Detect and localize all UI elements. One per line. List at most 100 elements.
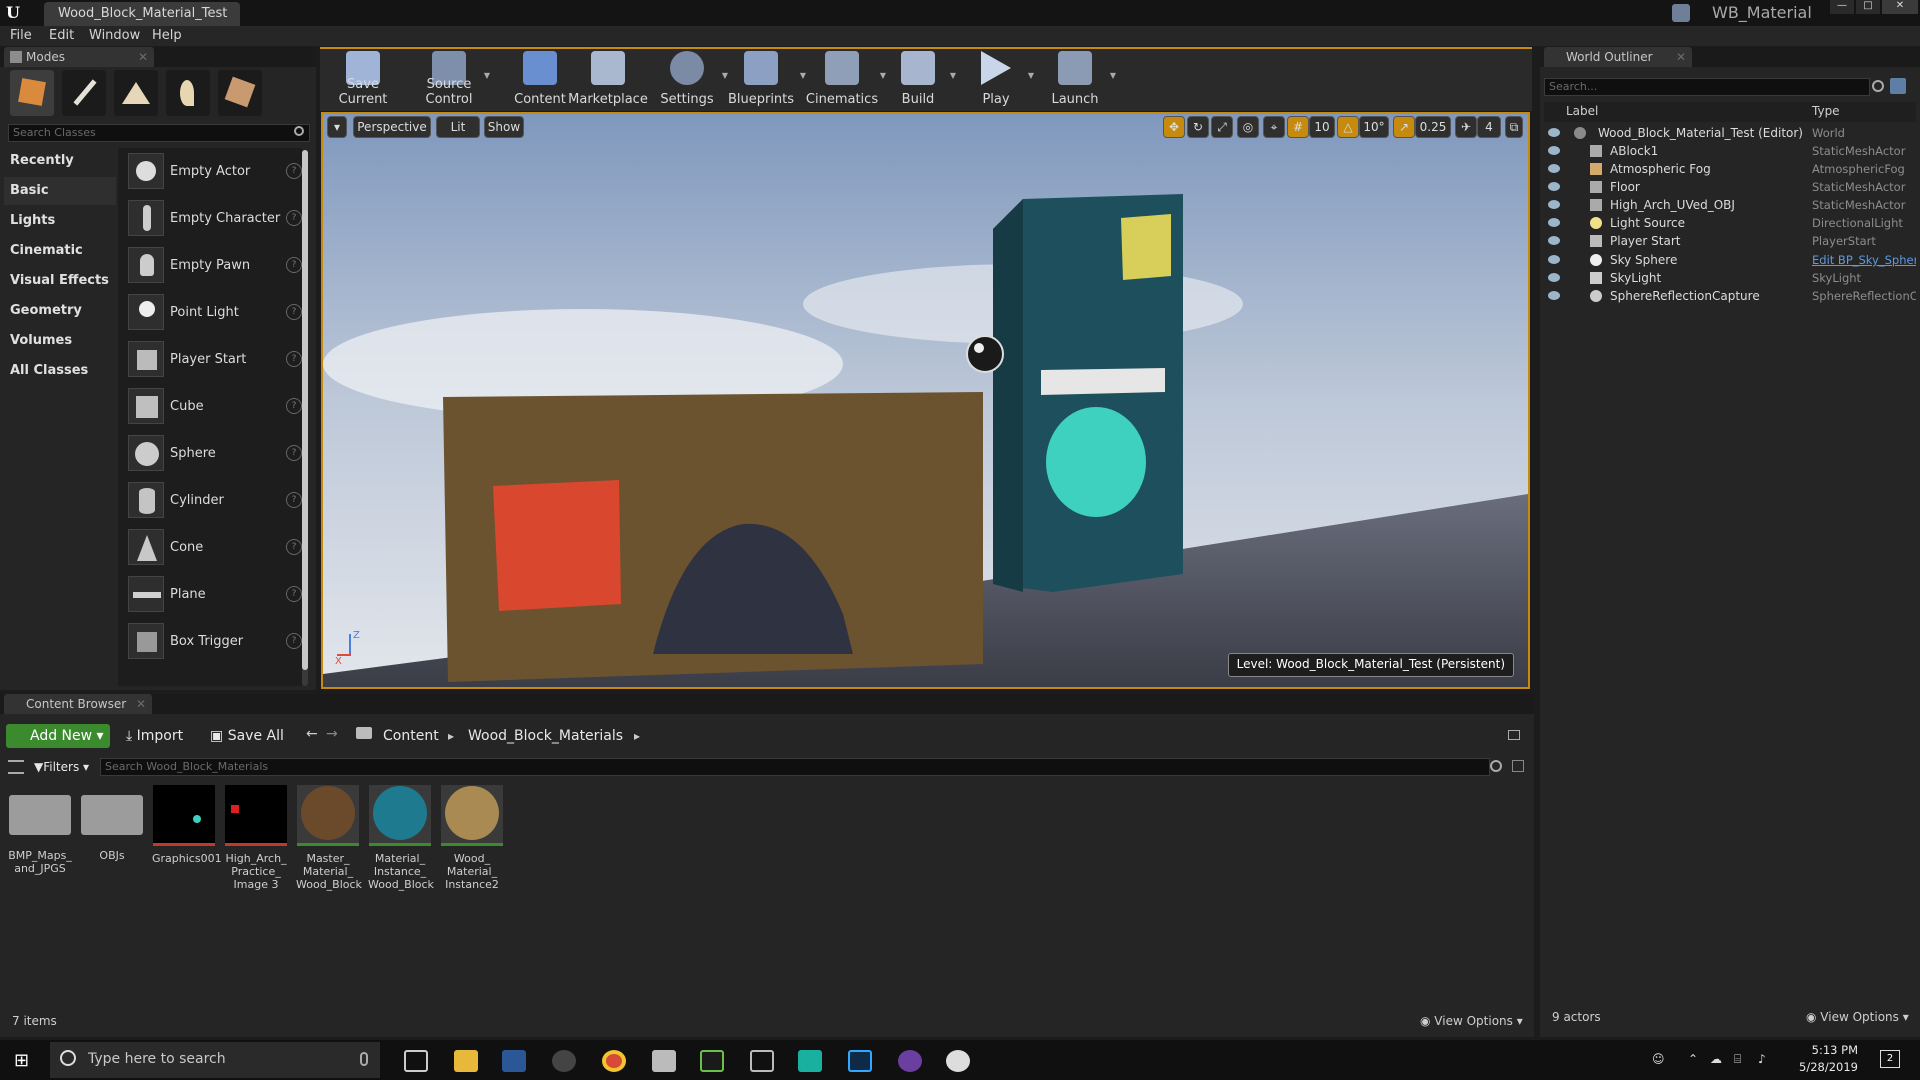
asset-wood-material-instance2[interactable]: Wood_ Material_ Instance2 (440, 785, 504, 891)
network-icon[interactable]: ⌸ (1734, 1052, 1741, 1067)
calculator-icon[interactable] (652, 1050, 676, 1072)
asset-search-input[interactable]: Search Wood_Block_Materials (100, 758, 1490, 776)
breadcrumb-content[interactable]: Content (383, 724, 439, 748)
launch-button[interactable]: Launch ▼ (1036, 49, 1116, 109)
category-all-classes[interactable]: All Classes (4, 357, 116, 385)
file-explorer-icon[interactable] (454, 1050, 478, 1072)
build-button[interactable]: Build ▼ (882, 49, 956, 109)
windows-start-icon[interactable]: ⊞ (14, 1050, 29, 1071)
surface-snap-icon[interactable]: ⌖ (1263, 116, 1285, 138)
document-tab[interactable]: Wood_Block_Material_Test (44, 2, 240, 26)
save-current-button[interactable]: Save Current (324, 49, 402, 109)
pycharm-icon[interactable] (700, 1050, 724, 1072)
taskbar-search-box[interactable]: Type here to search (50, 1042, 380, 1078)
place-cylinder[interactable]: Cylinder? (126, 479, 302, 523)
rotation-snap-icon[interactable]: △ (1337, 116, 1359, 138)
eye-icon[interactable] (1548, 273, 1560, 282)
content-view-options[interactable]: ◉ View Options ▾ (1420, 1014, 1523, 1028)
lock-icon[interactable] (1508, 730, 1520, 740)
asset-high-arch-practice-image-3[interactable]: High_Arch_ Practice_ Image 3 (224, 785, 288, 891)
outliner-row[interactable]: Sky Sphere Edit BP_Sky_Sphere (1544, 251, 1920, 269)
maximize-button[interactable]: □ (1856, 0, 1880, 14)
unreal-logo-icon[interactable]: U (6, 3, 26, 23)
scale-snap-icon[interactable]: ↗ (1393, 116, 1415, 138)
eye-icon[interactable] (1548, 182, 1560, 191)
close-window-button[interactable]: ✕ (1882, 0, 1918, 14)
asset-folder-objs[interactable]: OBJs (80, 785, 144, 862)
place-sphere[interactable]: Sphere? (126, 432, 302, 476)
chevron-up-icon[interactable]: ⌃ (1688, 1052, 1698, 1066)
help-icon[interactable]: ? (286, 163, 302, 179)
menu-window[interactable]: Window (89, 26, 140, 46)
help-icon[interactable]: ? (286, 445, 302, 461)
outliner-view-options[interactable]: ◉ View Options ▾ (1806, 1010, 1909, 1024)
foliage-mode-icon[interactable] (166, 70, 210, 116)
cinematics-button[interactable]: Cinematics ▼ (800, 49, 886, 109)
cloud-icon[interactable]: ☁ (1710, 1052, 1722, 1066)
dropdown-arrow-icon[interactable]: ▼ (1028, 71, 1034, 80)
search-classes-input[interactable]: Search Classes (8, 124, 310, 142)
word-icon[interactable] (502, 1050, 526, 1072)
category-basic[interactable]: Basic (4, 177, 116, 205)
help-icon[interactable]: ? (286, 586, 302, 602)
outliner-row[interactable]: Light Source DirectionalLight (1544, 214, 1920, 232)
save-search-icon[interactable] (1512, 760, 1524, 772)
forward-arrow-icon[interactable]: → (326, 726, 338, 742)
paint-mode-icon[interactable] (62, 70, 106, 116)
help-icon[interactable]: ? (286, 492, 302, 508)
eye-icon[interactable] (1548, 164, 1560, 173)
column-label[interactable]: Label (1566, 104, 1598, 118)
outliner-row[interactable]: ABlock1 StaticMeshActor (1544, 142, 1920, 160)
media-app-icon[interactable] (898, 1050, 922, 1072)
eye-icon[interactable] (1548, 236, 1560, 245)
world-outliner-tab[interactable]: World Outliner ✕ (1544, 47, 1692, 67)
dropdown-arrow-icon[interactable]: ▼ (950, 71, 956, 80)
maya-icon[interactable] (798, 1050, 822, 1072)
category-visual-effects[interactable]: Visual Effects (4, 267, 116, 295)
landscape-mode-icon[interactable] (114, 70, 158, 116)
scale-snap-value[interactable]: 0.25 (1415, 116, 1451, 138)
outliner-row[interactable]: Floor StaticMeshActor (1544, 178, 1920, 196)
settings-button[interactable]: Settings ▼ (648, 49, 728, 109)
menu-edit[interactable]: Edit (49, 26, 74, 46)
rotation-snap-value[interactable]: 10° (1359, 116, 1389, 138)
edit-blueprint-link[interactable]: Edit BP_Sky_Sphere (1812, 251, 1916, 269)
translate-icon[interactable]: ✥ (1163, 116, 1185, 138)
camera-speed-value[interactable]: 4 (1477, 116, 1501, 138)
eye-icon[interactable] (1548, 200, 1560, 209)
close-icon[interactable]: ✕ (1676, 47, 1686, 67)
help-icon[interactable]: ? (286, 398, 302, 414)
eye-icon[interactable] (1548, 255, 1560, 264)
place-cube[interactable]: Cube? (126, 385, 302, 429)
placeable-scrollbar[interactable] (302, 150, 308, 686)
clock[interactable]: 5:13 PM 5/28/2019 (1788, 1042, 1858, 1076)
category-lights[interactable]: Lights (4, 207, 116, 235)
place-empty-pawn[interactable]: Empty Pawn? (126, 244, 302, 288)
perspective-button[interactable]: Perspective (353, 116, 431, 138)
place-cone[interactable]: Cone? (126, 526, 302, 570)
filters-button[interactable]: ▼Filters ▾ (34, 757, 89, 777)
volume-icon[interactable]: ♪ (1758, 1052, 1766, 1066)
content-browser-tab[interactable]: Content Browser ✕ (4, 694, 152, 714)
outliner-row[interactable]: Player Start PlayerStart (1544, 232, 1920, 250)
place-empty-character[interactable]: Empty Character? (126, 197, 302, 241)
scale-icon[interactable]: ⤢ (1211, 116, 1233, 138)
level-viewport[interactable]: ▾ Perspective Lit Show ✥ ↻ ⤢ ◎ ⌖ # 10 △ … (321, 112, 1530, 689)
help-icon[interactable]: ? (286, 257, 302, 273)
outliner-search-input[interactable]: Search... (1544, 78, 1870, 96)
desktop-app-icon[interactable] (750, 1050, 774, 1072)
back-arrow-icon[interactable]: ← (306, 726, 318, 742)
eye-icon[interactable] (1548, 218, 1560, 227)
dropdown-arrow-icon[interactable]: ▼ (1110, 71, 1116, 80)
help-icon[interactable]: ? (286, 633, 302, 649)
breadcrumb-wood-block-materials[interactable]: Wood_Block_Materials (468, 724, 623, 748)
task-view-icon[interactable] (404, 1050, 428, 1072)
help-icon[interactable]: ? (286, 210, 302, 226)
asset-material-instance-wood-block[interactable]: Material_ Instance_ Wood_Block (368, 785, 434, 891)
alienware-icon[interactable] (552, 1050, 576, 1072)
maximize-viewport-icon[interactable]: ⧉ (1505, 116, 1523, 138)
place-empty-actor[interactable]: Empty Actor? (126, 150, 302, 194)
place-plane[interactable]: Plane? (126, 573, 302, 617)
viewport-options-button[interactable]: ▾ (327, 116, 347, 138)
microphone-icon[interactable] (360, 1052, 368, 1066)
